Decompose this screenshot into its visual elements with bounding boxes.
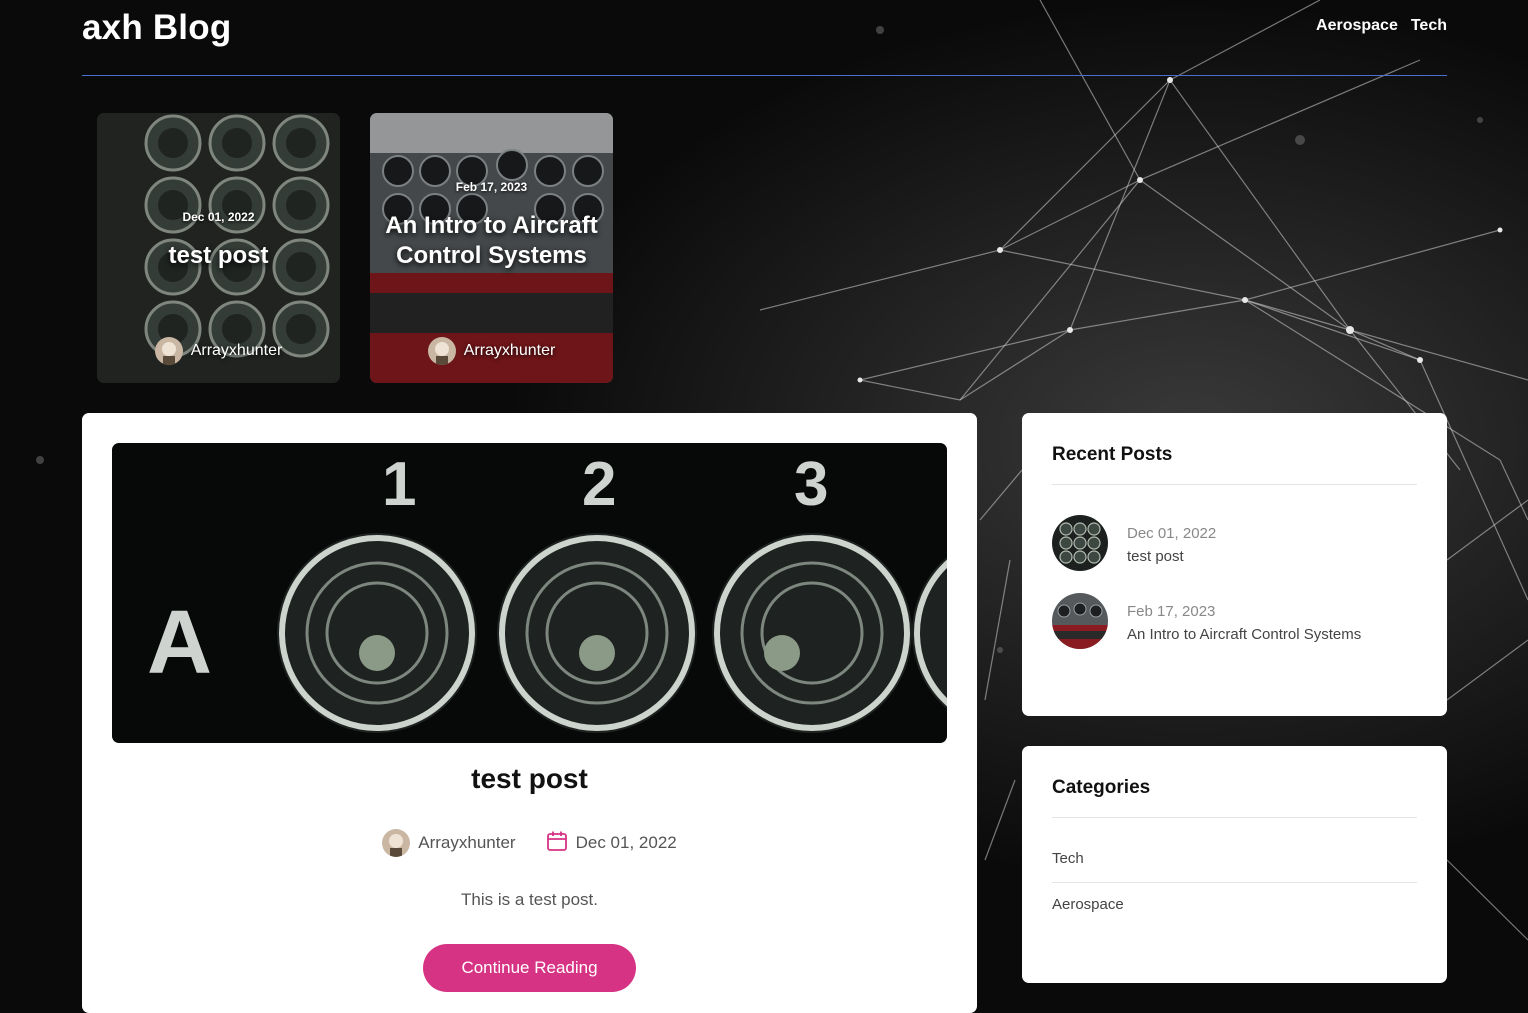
nav-item-tech[interactable]: Tech (1411, 17, 1447, 35)
author-avatar (382, 829, 411, 857)
main-nav: Aerospace Tech (1316, 17, 1447, 35)
recent-post-item[interactable]: Dec 01, 2022 test post (1052, 515, 1417, 571)
well-row-label: A (147, 593, 212, 693)
recent-post-thumbnail[interactable] (1052, 515, 1108, 571)
category-item-tech[interactable]: Tech (1052, 850, 1417, 867)
category-item-aerospace[interactable]: Aerospace (1052, 896, 1417, 913)
post-date-text: Dec 01, 2022 (575, 833, 677, 852)
author-name[interactable]: Arrayxhunter (191, 342, 283, 360)
post-image[interactable]: A 1 2 3 (112, 443, 947, 743)
categories-widget: Categories Tech Aerospace (1022, 746, 1447, 983)
featured-post-title[interactable]: An Intro to Aircraft Control Systems (380, 211, 603, 271)
well-col-label: 2 (582, 450, 616, 519)
author-name[interactable]: Arrayxhunter (418, 833, 515, 853)
categories-title: Categories (1052, 777, 1151, 798)
featured-post-author: Arrayxhunter (370, 337, 613, 365)
post-meta: Arrayxhunter Dec 01, 2022 (82, 829, 977, 857)
featured-post-date: Feb 17, 2023 (455, 180, 528, 194)
recent-posts-title: Recent Posts (1052, 444, 1173, 465)
recent-post-date: Dec 01, 2022 (1127, 525, 1217, 542)
nav-item-aerospace[interactable]: Aerospace (1316, 17, 1398, 35)
featured-post-title[interactable]: test post (107, 241, 330, 271)
site-header: axh Blog Aerospace Tech (82, 0, 1447, 76)
author-avatar (154, 337, 183, 365)
recent-posts-widget: Recent Posts Dec 01, 2022 test post Feb … (1022, 413, 1447, 716)
recent-post-title[interactable]: An Intro to Aircraft Control Systems (1127, 626, 1361, 643)
featured-post-author: Arrayxhunter (97, 337, 340, 365)
post-card: A 1 2 3 test post Arrayxhunter Dec 01, 2… (82, 413, 977, 1013)
continue-reading-button[interactable]: Continue Reading (423, 944, 636, 992)
featured-post-card[interactable]: Dec 01, 2022 test post Arrayxhunter (97, 113, 340, 383)
featured-post-card[interactable]: Feb 17, 2023 An Intro to Aircraft Contro… (370, 113, 613, 383)
well-col-label: 3 (794, 450, 828, 519)
post-title[interactable]: test post (82, 763, 977, 795)
recent-post-date: Feb 17, 2023 (1127, 603, 1216, 620)
post-excerpt: This is a test post. (461, 890, 598, 909)
category-divider (1052, 882, 1417, 883)
recent-post-title[interactable]: test post (1127, 548, 1184, 565)
post-date: Dec 01, 2022 (546, 830, 677, 857)
author-avatar (427, 337, 456, 365)
well-col-label: 1 (382, 450, 416, 519)
author-name[interactable]: Arrayxhunter (464, 342, 556, 360)
calendar-icon (546, 830, 568, 857)
widget-divider (1052, 484, 1417, 485)
post-author: Arrayxhunter (382, 829, 516, 857)
recent-post-thumbnail[interactable] (1052, 593, 1108, 649)
recent-post-item[interactable]: Feb 17, 2023 An Intro to Aircraft Contro… (1052, 593, 1417, 649)
header-divider (82, 75, 1447, 76)
widget-divider (1052, 817, 1417, 818)
featured-post-date: Dec 01, 2022 (182, 210, 255, 224)
site-brand[interactable]: axh Blog (82, 8, 231, 48)
